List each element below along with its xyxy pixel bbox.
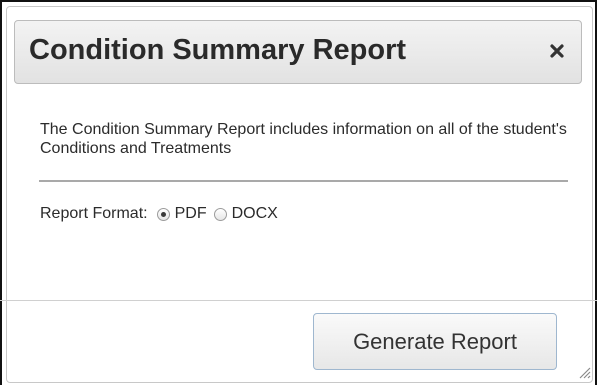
report-format-row: Report Format: PDF DOCX [40,203,285,225]
close-icon[interactable] [545,39,569,63]
report-description: The Condition Summary Report includes in… [40,121,567,157]
radio-docx[interactable] [213,207,227,221]
format-option-pdf-label: PDF [174,205,207,222]
footer-divider [0,300,597,301]
generate-report-button[interactable]: Generate Report [313,313,557,370]
format-option-docx-label: DOCX [231,205,278,222]
format-option-pdf[interactable]: PDF [156,205,207,223]
format-option-docx[interactable]: DOCX [213,205,278,223]
report-format-label: Report Format: [40,205,148,222]
resize-grip-icon[interactable] [577,365,591,379]
radio-pdf[interactable] [156,207,170,221]
dialog-titlebar[interactable]: Condition Summary Report [14,20,582,84]
dialog-title: Condition Summary Report [29,34,407,66]
content-divider [39,180,568,182]
